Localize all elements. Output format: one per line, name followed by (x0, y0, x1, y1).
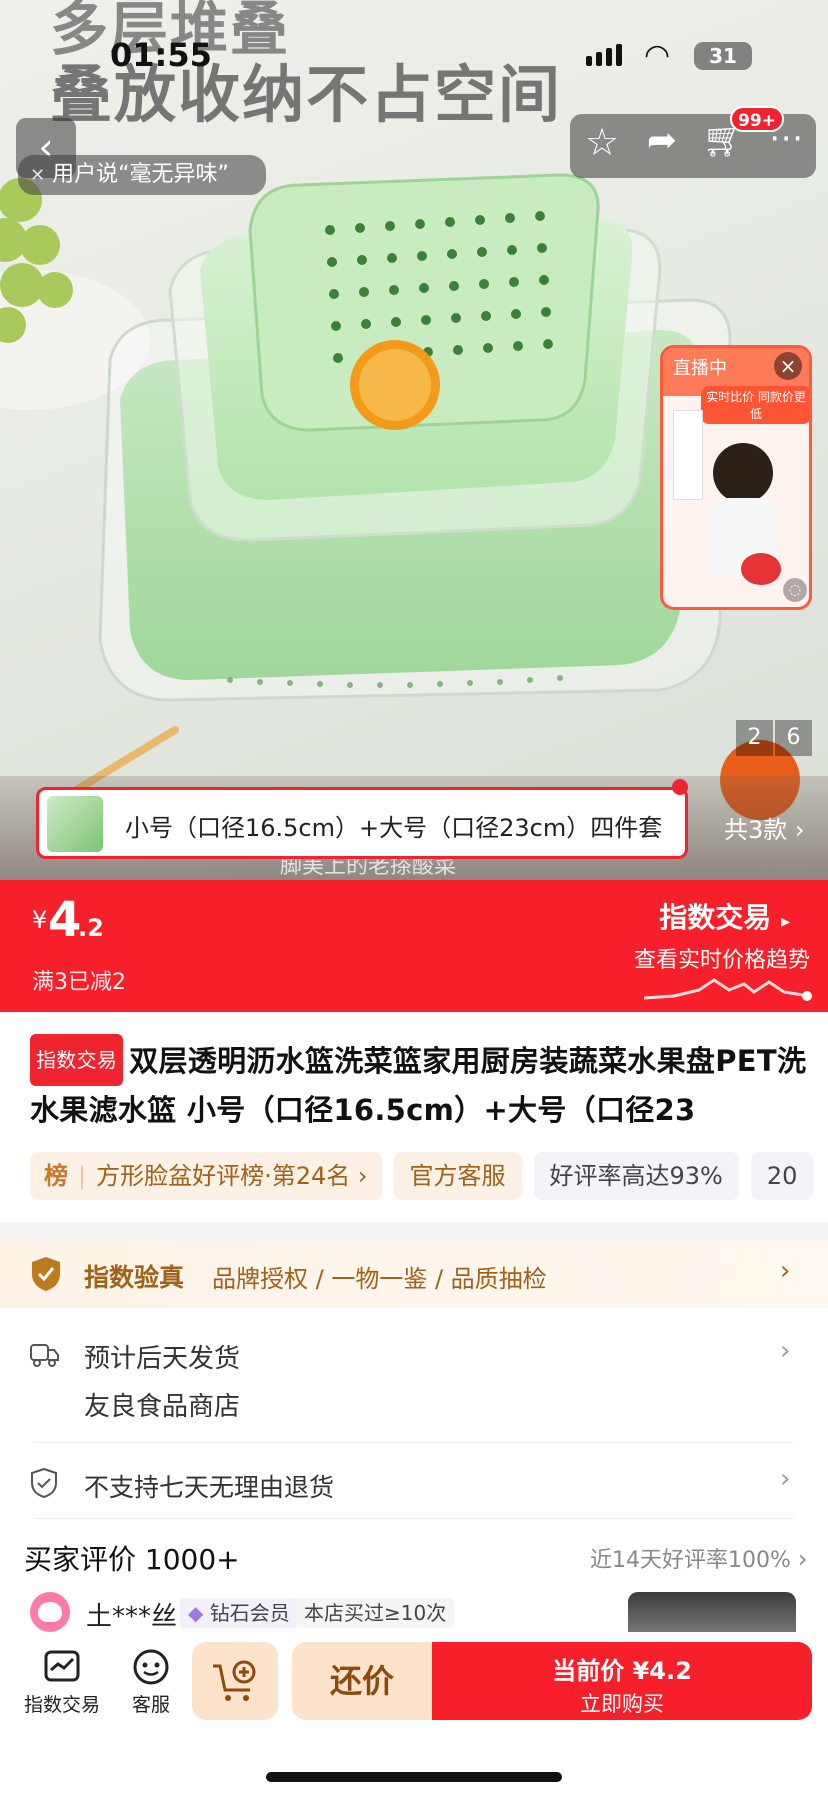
ranking-tag[interactable]: 榜 | 方形脸盆好评榜·第24名 › (30, 1152, 382, 1200)
member-label: 钻石会员 (209, 1601, 290, 1625)
section-divider (0, 1222, 828, 1240)
rating-tag[interactable]: 好评率高达93% (533, 1152, 739, 1200)
shield-icon (31, 1468, 57, 1498)
returns-row[interactable]: 不支持七天无理由退货 › (0, 1448, 828, 1518)
share-icon[interactable]: ➦ (636, 120, 688, 170)
review-bubble[interactable]: ✕ 用户说“毫无异味” (18, 155, 266, 195)
exchange-badge: 指数交易 (30, 1034, 124, 1086)
price-integer: 4 (48, 892, 82, 948)
service-tab-label: 客服 (131, 1694, 170, 1716)
favorite-star-icon[interactable]: ☆ (578, 120, 626, 170)
close-icon[interactable]: ✕ (30, 165, 45, 186)
price-decimal: .2 (78, 914, 104, 942)
buy-now-button[interactable]: 当前价 ¥4.2 立即购买 (432, 1642, 812, 1720)
shipping-estimate: 预计后天发货 (84, 1344, 241, 1374)
battery-icon: 31 (694, 42, 752, 70)
reviews-title[interactable]: 买家评价 1000+ (24, 1538, 240, 1578)
divider (34, 1442, 794, 1443)
reviewer-avatar (30, 1592, 70, 1632)
page-current: 2 (736, 720, 773, 756)
reviews-rate-text: 近14天好评率100% (590, 1548, 791, 1573)
returns-text: 不支持七天无理由退货 (84, 1473, 335, 1502)
chevron-right-icon: › (780, 1464, 791, 1494)
service-tab[interactable]: 客服 (116, 1648, 186, 1720)
variant-text: 小号（口径16.5cm）+大号（口径23cm）四件套 (125, 814, 663, 842)
truck-icon (30, 1344, 59, 1367)
member-badge: ◆ 钻石会员 (180, 1598, 298, 1628)
extra-tag[interactable]: 20 (750, 1152, 814, 1200)
product-title: 双层透明沥水篮洗菜篮家用厨房装蔬菜水果盘PET洗水果滤水篮 小号（口径16.5c… (30, 1044, 807, 1127)
review-photo[interactable] (628, 1592, 796, 1632)
product-title-block: 指数交易 双层透明沥水篮洗菜篮家用厨房装蔬菜水果盘PET洗水果滤水篮 小号（口径1… (0, 1012, 828, 1130)
reviews-rate[interactable]: 近14天好评率100% › (590, 1542, 808, 1574)
verify-title: 指数验真 (84, 1263, 185, 1292)
official-service-tag[interactable]: 官方客服 (393, 1152, 522, 1200)
purchase-badge: 本店买过≥10次 (296, 1598, 455, 1628)
close-live-icon[interactable]: × (774, 352, 802, 380)
buy-label: 立即购买 (580, 1692, 664, 1716)
battery-level: 31 (709, 44, 737, 68)
verify-items: 品牌授权 / 一物一鉴 / 品质抽检 (212, 1265, 547, 1293)
chat-icon (133, 1649, 169, 1685)
exchange-chart-icon (44, 1650, 80, 1682)
page-total: 6 (775, 720, 812, 756)
shipping-row[interactable]: 预计后天发货 友良食品商店 › (0, 1318, 828, 1438)
variant-selector[interactable]: 小号（口径16.5cm）+大号（口径23cm）四件套 (36, 787, 688, 859)
ranking-icon: 榜 (44, 1162, 68, 1190)
status-time: 01:55 (110, 36, 212, 74)
chevron-right-icon: › (780, 1336, 791, 1366)
currency-symbol: ¥ (32, 906, 48, 934)
review-bubble-text: 用户说“毫无异味” (52, 162, 229, 187)
bottom-action-bar: 指数交易 客服 还价 当前价 ¥4.2 立即购买 (0, 1632, 828, 1795)
image-page-counter: 2 6 (736, 720, 812, 756)
store-name: 友良食品商店 (84, 1392, 241, 1422)
ranking-text: 方形脸盆好评榜·第24名 › (96, 1162, 368, 1190)
triangle-right-icon: ▸ (780, 911, 790, 932)
signal-icon (586, 44, 622, 66)
exchange-title-text: 指数交易 (659, 901, 772, 934)
shield-check-icon (32, 1257, 60, 1291)
exchange-title[interactable]: 指数交易 ▸ (659, 896, 790, 936)
chevron-right-icon: › (780, 1256, 791, 1286)
reviewer-name: 土***丝 (86, 1602, 178, 1632)
tag-row: 榜 | 方形脸盆好评榜·第24名 › 官方客服 好评率高达93% 20 (30, 1152, 828, 1200)
live-banner: 实时比价 同款价更低 (701, 386, 809, 424)
exchange-tab[interactable]: 指数交易 (22, 1648, 102, 1720)
variant-count[interactable]: 共3款 › (724, 810, 805, 845)
mute-icon[interactable]: ◌ (783, 578, 807, 602)
cart-plus-icon (213, 1660, 256, 1701)
live-stream-window[interactable]: 直播中 实时比价 同款价更低 ◌ (660, 345, 812, 610)
divider (34, 1518, 794, 1519)
variant-thumbnail (47, 796, 103, 852)
add-to-cart-button[interactable] (192, 1642, 278, 1720)
diamond-icon: ◆ (188, 1601, 204, 1625)
live-label: 直播中 (673, 358, 727, 379)
chevron-right-icon: › (797, 1545, 808, 1573)
more-icon[interactable]: ⋯ (760, 118, 810, 168)
price-bar: ¥ 4 .2 满3已减2 指数交易 ▸ 查看实时价格趋势 (0, 880, 828, 1012)
wifi-icon: ◠ (644, 38, 671, 73)
exchange-tab-label: 指数交易 (23, 1694, 100, 1716)
bargain-button[interactable]: 还价 (292, 1642, 432, 1720)
variant-dot (672, 779, 688, 795)
variant-count-label: 共3款 (724, 816, 788, 844)
promo-text: 满3已减2 (32, 970, 126, 995)
buy-price: 当前价 ¥4.2 (552, 1657, 692, 1685)
verify-row[interactable]: 指数验真 品牌授权 / 一物一鉴 / 品质抽检 › (0, 1240, 828, 1308)
home-indicator (266, 1772, 562, 1782)
presenter-avatar (713, 443, 773, 503)
price-trend-sparkline (644, 978, 812, 1001)
